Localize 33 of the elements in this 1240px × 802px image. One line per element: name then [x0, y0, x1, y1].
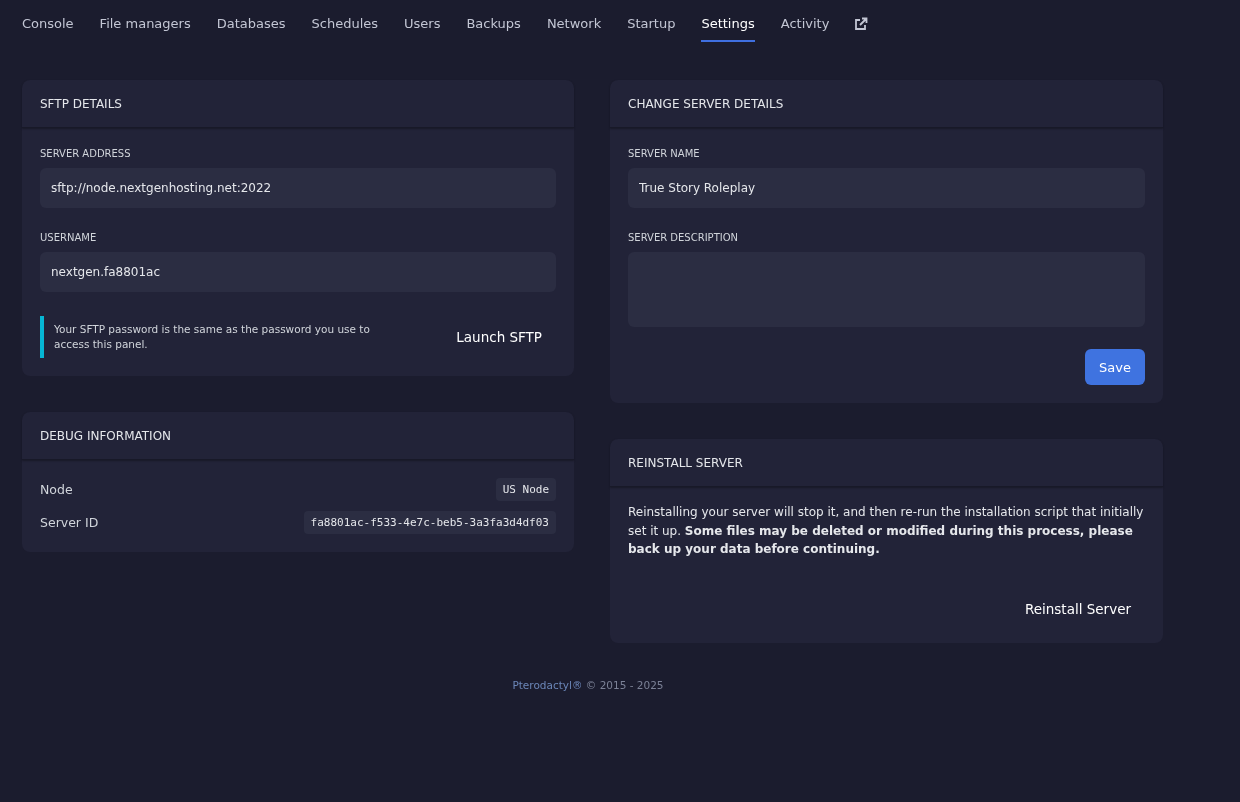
nav-tab[interactable]: Settings	[688, 0, 768, 48]
card-title: SFTP DETAILS	[40, 96, 122, 111]
nav-tab[interactable]: Schedules	[298, 0, 392, 48]
nav-tab[interactable]: File managers	[86, 0, 204, 48]
nav-tab[interactable]: Activity	[767, 0, 843, 48]
input-field[interactable]: nextgen.fa8801ac	[40, 252, 556, 292]
external-link-icon[interactable]	[854, 17, 869, 31]
info-value: US Node	[495, 478, 556, 501]
reinstall-server-button[interactable]: Reinstall Server	[1010, 592, 1145, 625]
nav-tab[interactable]: Users	[391, 0, 454, 48]
nav-tab[interactable]: Backups	[453, 0, 534, 48]
input-field[interactable]: sftp://node.nextgenhosting.net:2022	[40, 168, 556, 208]
warning-text: Reinstalling your server will stop it, and then re-run the installation script that initially set it up. Some files may be deleted or modified during this process, please back up your data before continuing.	[628, 504, 1145, 558]
save-button[interactable]: Save	[1085, 349, 1145, 385]
footer-text: Pterodactyl® © 2015 - 2025	[511, 677, 665, 691]
field-label: SERVER ADDRESS	[40, 148, 132, 159]
field-label: SERVER NAME	[628, 148, 701, 159]
info-label: Server ID	[40, 515, 99, 530]
nav-tab[interactable]: Startup	[614, 0, 689, 48]
password-note: Your SFTP password is the same as the password you use to access this panel.	[40, 316, 423, 358]
field-label: SERVER DESCRIPTION	[628, 232, 740, 243]
nav-tab[interactable]: Databases	[203, 0, 299, 48]
info-label: Node	[40, 482, 73, 497]
card-title: CHANGE SERVER DETAILS	[628, 96, 784, 111]
nav-tab[interactable]: Console	[9, 0, 87, 48]
info-value: fa8801ac-f533-4e7c-beb5-3a3fa3d4df03	[303, 511, 556, 534]
footer-link[interactable]: Pterodactyl®	[512, 678, 583, 691]
field-label: USERNAME	[40, 232, 98, 243]
card-title: DEBUG INFORMATION	[40, 428, 172, 443]
launch-sftp-button[interactable]: Launch SFTP	[442, 321, 556, 353]
nav-tab[interactable]: Network	[533, 0, 615, 48]
card-title: REINSTALL SERVER	[628, 455, 743, 470]
input-field[interactable]: True Story Roleplay	[628, 168, 1145, 208]
